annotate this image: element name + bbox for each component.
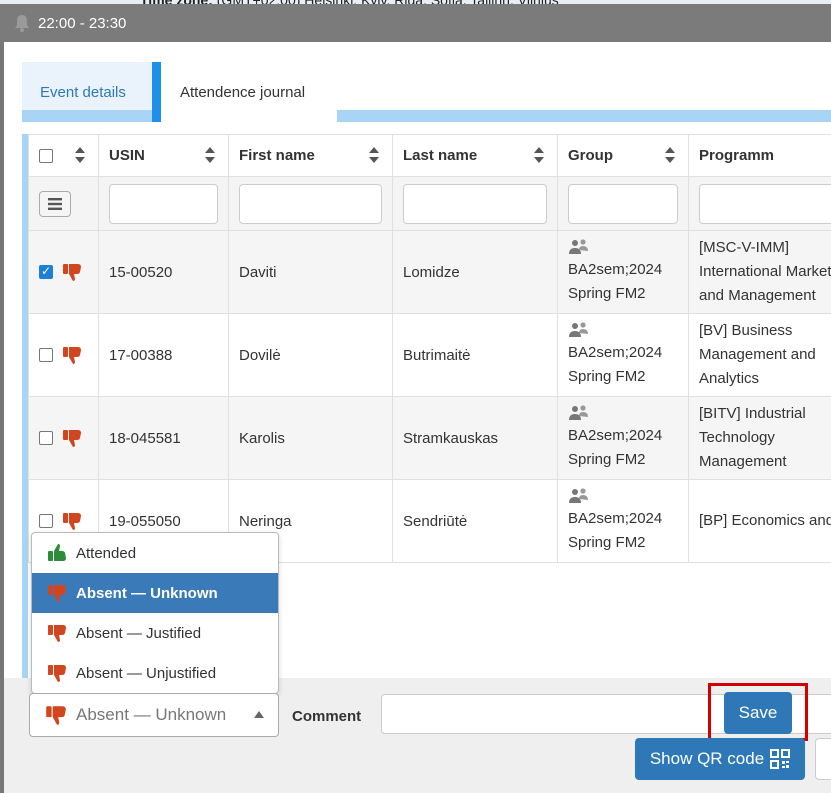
column-header-group[interactable]: Group bbox=[557, 134, 689, 177]
filter-cell bbox=[688, 176, 831, 231]
programm-cell: [MSC-V-IMM] International Marketing and … bbox=[688, 230, 831, 314]
hamburger-icon bbox=[48, 197, 62, 210]
bell-icon bbox=[15, 15, 29, 32]
caret-up-icon bbox=[254, 711, 264, 718]
usin-cell: 18-045581 bbox=[98, 396, 229, 480]
table-row[interactable]: 15-00520 Daviti Lomidze BA2sem;2024 Spri… bbox=[28, 230, 831, 314]
table-row[interactable]: 17-00388 Dovilė Butrimaitė BA2sem;2024 S… bbox=[28, 313, 831, 397]
sort-icon[interactable] bbox=[74, 145, 86, 165]
group-icon bbox=[569, 239, 588, 254]
option-absent-unknown[interactable]: Absent — Unknown bbox=[32, 573, 278, 613]
thumbs-down-icon[interactable] bbox=[61, 510, 83, 532]
tab-underline bbox=[337, 110, 831, 122]
group-icon bbox=[569, 488, 588, 503]
last-name-filter-input[interactable] bbox=[403, 183, 547, 224]
first-name-filter-input[interactable] bbox=[239, 183, 382, 224]
thumbs-down-icon[interactable] bbox=[61, 344, 83, 366]
option-attended[interactable]: Attended bbox=[32, 533, 278, 573]
sort-icon[interactable] bbox=[664, 145, 676, 165]
attendance-status-select[interactable]: Absent — Unknown bbox=[29, 693, 279, 737]
filter-cell bbox=[557, 176, 689, 231]
column-menu-button[interactable] bbox=[39, 190, 71, 217]
thumbs-down-icon[interactable] bbox=[61, 261, 83, 283]
select-value: Absent — Unknown bbox=[76, 705, 227, 724]
programm-cell: [BP] Economics and bbox=[688, 479, 831, 563]
tab-attendence-journal[interactable]: Attendence journal bbox=[162, 62, 338, 122]
row-controls bbox=[28, 313, 99, 397]
filter-cell bbox=[228, 176, 393, 231]
row-controls bbox=[28, 396, 99, 480]
attendance-table: USIN First name Last name Group Programm bbox=[28, 134, 831, 563]
group-cell: BA2sem;2024 Spring FM2 bbox=[557, 479, 689, 563]
option-absent-unjustified[interactable]: Absent — Unjustified bbox=[32, 653, 278, 693]
thumbs-down-icon[interactable] bbox=[61, 427, 83, 449]
thumbs-down-icon bbox=[46, 706, 66, 725]
column-header-usin[interactable]: USIN bbox=[98, 134, 229, 177]
column-header-first-name[interactable]: First name bbox=[228, 134, 393, 177]
group-filter-input[interactable] bbox=[568, 183, 678, 224]
sort-icon[interactable] bbox=[204, 145, 216, 165]
thumbs-down-icon bbox=[48, 585, 66, 602]
qr-code-icon bbox=[770, 749, 791, 769]
column-header-last-name[interactable]: Last name bbox=[392, 134, 558, 177]
usin-cell: 17-00388 bbox=[98, 313, 229, 397]
programm-cell: [BV] Business Management and Analytics bbox=[688, 313, 831, 397]
group-icon bbox=[569, 322, 588, 337]
attendance-dropdown-menu: Attended Absent — Unknown Absent — Justi… bbox=[31, 532, 279, 694]
group-cell: BA2sem;2024 Spring FM2 bbox=[557, 313, 689, 397]
window-titlebar: 22:00 - 23:30 bbox=[0, 4, 831, 42]
sort-icon[interactable] bbox=[368, 145, 380, 165]
last-name-cell: Butrimaitė bbox=[392, 313, 558, 397]
first-name-cell: Dovilė bbox=[228, 313, 393, 397]
row-checkbox[interactable] bbox=[39, 264, 53, 279]
row-controls bbox=[28, 230, 99, 314]
row-checkbox[interactable] bbox=[39, 514, 53, 528]
row-checkbox[interactable] bbox=[39, 348, 53, 362]
row-checkbox[interactable] bbox=[39, 431, 53, 445]
select-all-checkbox[interactable] bbox=[39, 149, 53, 164]
window-title: 22:00 - 23:30 bbox=[38, 14, 127, 32]
show-qr-code-button[interactable]: Show QR code bbox=[635, 738, 805, 780]
column-header-programm[interactable]: Programm bbox=[688, 134, 831, 177]
first-name-cell: Karolis bbox=[228, 396, 393, 480]
column-menu-cell bbox=[28, 176, 99, 231]
thumbs-down-icon bbox=[48, 625, 66, 642]
select-all-header bbox=[28, 134, 99, 177]
group-icon bbox=[569, 405, 588, 420]
save-button[interactable]: Save bbox=[724, 692, 792, 734]
table-row[interactable]: 18-045581 Karolis Stramkauskas BA2sem;20… bbox=[28, 396, 831, 480]
usin-filter-input[interactable] bbox=[109, 183, 218, 224]
filter-cell bbox=[392, 176, 558, 231]
tabs-bar: Event details Attendence journal bbox=[22, 62, 831, 122]
group-cell: BA2sem;2024 Spring FM2 bbox=[557, 396, 689, 480]
thumbs-down-icon bbox=[48, 665, 66, 682]
usin-cell: 15-00520 bbox=[98, 230, 229, 314]
filter-cell bbox=[98, 176, 229, 231]
sort-icon[interactable] bbox=[533, 145, 545, 165]
group-cell: BA2sem;2024 Spring FM2 bbox=[557, 230, 689, 314]
last-name-cell: Lomidze bbox=[392, 230, 558, 314]
more-button[interactable] bbox=[815, 738, 831, 780]
last-name-cell: Sendriūtė bbox=[392, 479, 558, 563]
first-name-cell: Daviti bbox=[228, 230, 393, 314]
last-name-cell: Stramkauskas bbox=[392, 396, 558, 480]
thumbs-up-icon bbox=[48, 544, 66, 561]
tab-active-indicator bbox=[152, 62, 161, 122]
option-absent-justified[interactable]: Absent — Justified bbox=[32, 613, 278, 653]
comment-label: Comment bbox=[292, 708, 362, 725]
programm-cell: [BITV] Industrial Technology Management bbox=[688, 396, 831, 480]
programm-filter-input[interactable] bbox=[699, 183, 831, 224]
tab-underline bbox=[22, 110, 152, 122]
